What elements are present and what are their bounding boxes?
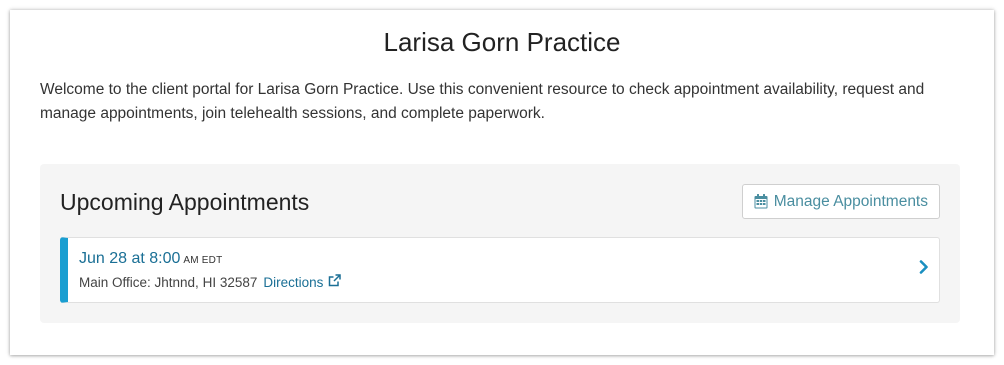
manage-appointments-button[interactable]: Manage Appointments	[741, 184, 940, 219]
appointment-location-line: Main Office: Jhtnnd, HI 32587 Directions	[79, 274, 342, 290]
page-title: Larisa Gorn Practice	[383, 27, 621, 57]
appointment-date: Jun 28 at 8:00	[79, 250, 181, 267]
upcoming-appointments-panel: Upcoming Appointments Manage Appointment…	[40, 164, 960, 323]
appointment-timezone: AM EDT	[183, 255, 223, 266]
directions-label: Directions	[263, 274, 324, 290]
directions-link[interactable]: Directions	[263, 274, 342, 290]
appointment-location: Main Office: Jhtnnd, HI 32587	[79, 274, 258, 290]
appointment-datetime: Jun 28 at 8:00 AM EDT	[79, 250, 222, 268]
appointment-row[interactable]: Jun 28 at 8:00 AM EDT Main Office: Jhtnnd…	[60, 237, 940, 303]
manage-appointments-label: Manage Appointments	[773, 192, 928, 210]
external-link-icon	[328, 274, 342, 290]
chevron-right-icon[interactable]	[919, 260, 929, 279]
upcoming-appointments-heading: Upcoming Appointments	[60, 189, 310, 215]
calendar-icon	[754, 194, 768, 209]
portal-card: Larisa Gorn Practice Welcome to the clie…	[10, 10, 994, 355]
welcome-text: Welcome to the client portal for Larisa …	[40, 81, 925, 122]
